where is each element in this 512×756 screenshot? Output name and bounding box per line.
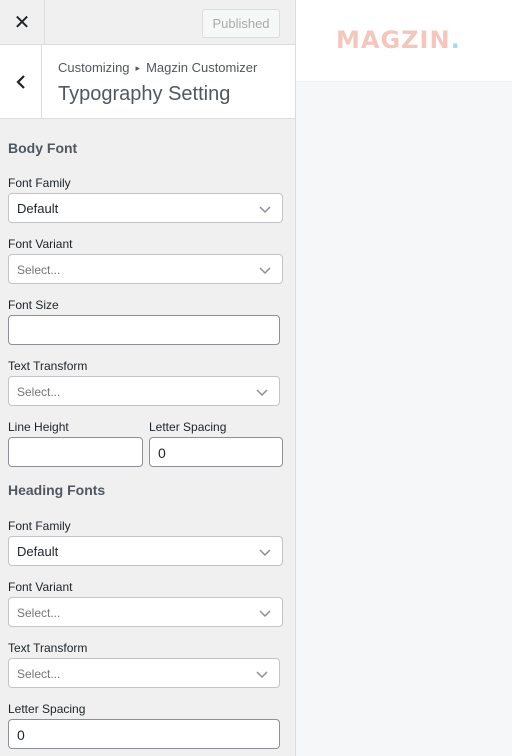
body-font-variant-select[interactable]: Select...: [8, 254, 283, 284]
logo-dot: .: [450, 26, 461, 54]
close-icon: ✕: [13, 12, 31, 34]
site-logo[interactable]: MAGZIN.: [336, 26, 461, 54]
body-font-size-label: Font Size: [8, 298, 59, 312]
chevron-down-icon: [259, 206, 271, 214]
heading-text-transform-select[interactable]: Select...: [8, 658, 280, 688]
section-header: Customizing ▸ Magzin Customizer Typography…: [0, 45, 295, 119]
chevron-down-icon: [256, 671, 268, 679]
body-font-variant-placeholder: Select...: [17, 263, 61, 277]
preview-header: MAGZIN.: [296, 0, 512, 82]
breadcrumb-root: Customizing: [58, 60, 130, 75]
body-font-family-select[interactable]: Default: [8, 193, 283, 223]
heading-letter-spacing-label: Letter Spacing: [8, 702, 86, 716]
body-font-variant-label: Font Variant: [8, 237, 73, 251]
body-text-transform-label: Text Transform: [8, 359, 88, 373]
body-letter-spacing-label: Letter Spacing: [149, 420, 227, 434]
body-line-height-label: Line Height: [8, 420, 69, 434]
body-text-transform-select[interactable]: Select...: [8, 376, 280, 406]
heading-text-transform-label: Text Transform: [8, 641, 88, 655]
body-font-size-input[interactable]: [8, 315, 280, 345]
chevron-down-icon: [259, 610, 271, 618]
chevron-down-icon: [256, 389, 268, 397]
body-letter-spacing-input[interactable]: 0: [149, 437, 283, 467]
body-font-family-label: Font Family: [8, 176, 71, 190]
customizer-sidebar: ✕ Published Customizing ▸ Magzin Customize…: [0, 0, 296, 756]
heading-font-family-value: Default: [17, 544, 59, 559]
body-text-transform-placeholder: Select...: [17, 385, 61, 399]
body-line-height-input[interactable]: [8, 437, 143, 467]
publish-button[interactable]: Published: [202, 9, 280, 38]
heading-font-family-label: Font Family: [8, 519, 71, 533]
heading-letter-spacing-input[interactable]: 0: [8, 719, 280, 749]
heading-text-transform-placeholder: Select...: [17, 667, 61, 681]
heading-font-variant-placeholder: Select...: [17, 606, 61, 620]
breadcrumb-parent: Magzin Customizer: [146, 60, 258, 75]
body-font-family-value: Default: [17, 201, 59, 216]
logo-text: MAGZIN: [336, 26, 451, 54]
customizer-topbar: ✕ Published: [0, 0, 295, 45]
back-button[interactable]: [0, 45, 42, 118]
heading-font-variant-label: Font Variant: [8, 580, 73, 594]
heading-font-heading: Heading Fonts: [8, 482, 106, 498]
chevron-down-icon: [259, 267, 271, 275]
chevron-down-icon: [259, 549, 271, 557]
body-letter-spacing-value: 0: [158, 445, 166, 461]
heading-font-variant-select[interactable]: Select...: [8, 597, 283, 627]
breadcrumb: Customizing ▸ Magzin Customizer: [58, 60, 257, 75]
chevron-left-icon: [15, 74, 25, 89]
heading-font-family-select[interactable]: Default: [8, 536, 283, 566]
close-button[interactable]: ✕: [0, 0, 45, 45]
section-title: Typography Setting: [58, 83, 231, 105]
breadcrumb-separator-icon: ▸: [135, 63, 141, 73]
body-font-heading: Body Font: [8, 140, 78, 156]
heading-letter-spacing-value: 0: [17, 727, 25, 743]
